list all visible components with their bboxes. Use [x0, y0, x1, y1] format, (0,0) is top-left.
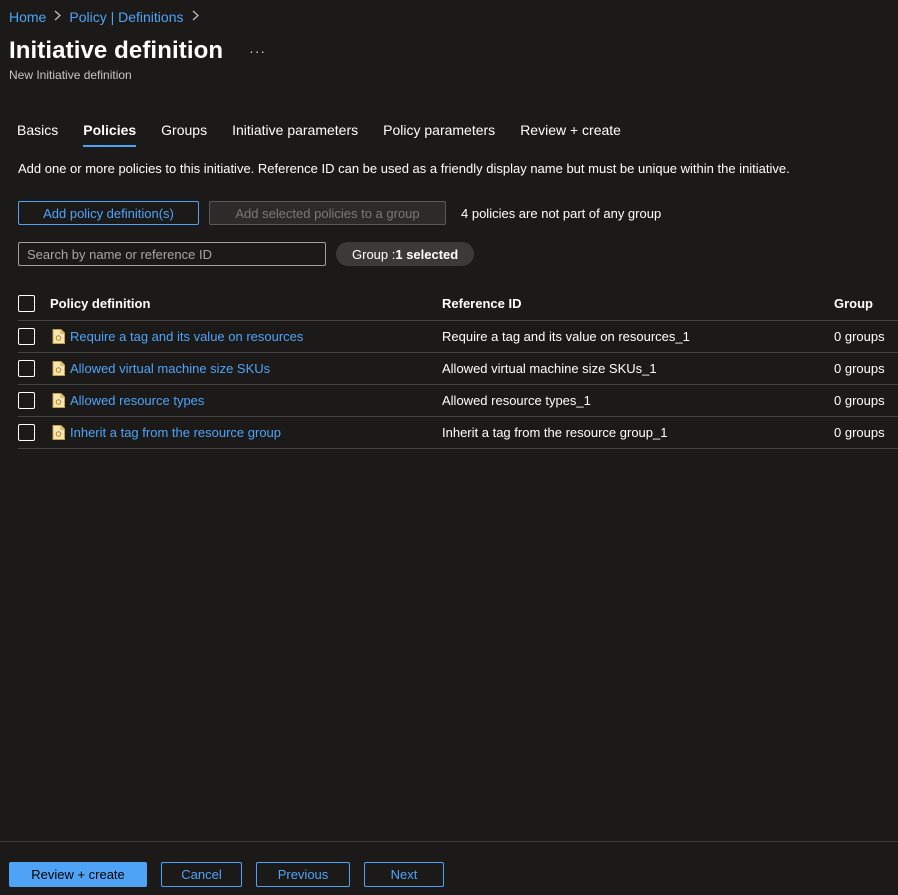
tab-bar: Basics Policies Groups Initiative parame… [17, 122, 646, 147]
group-cell: 0 groups [834, 329, 885, 344]
policy-definition-icon [52, 329, 65, 344]
add-policy-definitions-button[interactable]: Add policy definition(s) [18, 201, 199, 225]
policy-link[interactable]: Allowed resource types [70, 393, 204, 408]
table-header: Policy definition Reference ID Group [18, 287, 898, 321]
policy-link[interactable]: Inherit a tag from the resource group [70, 425, 281, 440]
policy-definition-icon [52, 361, 65, 376]
table-row: Allowed virtual machine size SKUs Allowe… [18, 353, 898, 385]
group-filter-value: 1 selected [395, 246, 459, 262]
policies-description: Add one or more policies to this initiat… [18, 161, 790, 176]
group-filter-label: Group : [352, 246, 396, 262]
title-row: Initiative definition ··· [9, 37, 266, 65]
reference-id-cell: Require a tag and its value on resources… [442, 329, 690, 344]
tab-review-create[interactable]: Review + create [520, 122, 621, 147]
group-filter-pill[interactable]: Group : 1 selected [336, 242, 475, 266]
group-cell: 0 groups [834, 425, 885, 440]
group-cell: 0 groups [834, 361, 885, 376]
cancel-button[interactable]: Cancel [161, 862, 242, 887]
review-create-button[interactable]: Review + create [9, 862, 147, 887]
tab-initiative-parameters[interactable]: Initiative parameters [232, 122, 358, 147]
row-checkbox[interactable] [18, 360, 35, 377]
search-input[interactable] [18, 242, 326, 266]
filter-bar: Group : 1 selected [18, 242, 475, 266]
reference-id-cell: Inherit a tag from the resource group_1 [442, 425, 668, 440]
tab-groups[interactable]: Groups [161, 122, 207, 147]
page-subtitle: New Initiative definition [9, 68, 132, 82]
ungrouped-policies-info: 4 policies are not part of any group [461, 205, 662, 221]
page-title: Initiative definition [9, 37, 224, 64]
tab-policies[interactable]: Policies [83, 122, 137, 147]
previous-button[interactable]: Previous [256, 862, 350, 887]
group-cell: 0 groups [834, 393, 885, 408]
row-checkbox[interactable] [18, 328, 35, 345]
table-row: Inherit a tag from the resource group In… [18, 417, 898, 449]
policy-link[interactable]: Allowed virtual machine size SKUs [70, 361, 270, 376]
add-selected-to-group-button: Add selected policies to a group [209, 201, 446, 225]
column-header-policy-definition[interactable]: Policy definition [50, 296, 442, 311]
column-header-group[interactable]: Group [834, 296, 898, 311]
tab-basics[interactable]: Basics [17, 122, 58, 147]
next-button[interactable]: Next [364, 862, 444, 887]
policy-definition-icon [52, 393, 65, 408]
breadcrumb-home-link[interactable]: Home [9, 9, 46, 25]
column-header-reference-id[interactable]: Reference ID [442, 296, 834, 311]
table-row: Allowed resource types Allowed resource … [18, 385, 898, 417]
table-row: Require a tag and its value on resources… [18, 321, 898, 353]
row-checkbox[interactable] [18, 392, 35, 409]
policy-link[interactable]: Require a tag and its value on resources [70, 329, 303, 344]
chevron-right-icon [192, 10, 199, 24]
action-bar: Add policy definition(s) Add selected po… [18, 201, 661, 225]
chevron-right-icon [54, 10, 62, 24]
select-all-checkbox[interactable] [18, 295, 35, 312]
more-options-button[interactable]: ··· [249, 43, 266, 59]
policy-definition-icon [52, 425, 65, 440]
tab-policy-parameters[interactable]: Policy parameters [383, 122, 495, 147]
policies-table: Policy definition Reference ID Group Req… [18, 287, 898, 449]
reference-id-cell: Allowed virtual machine size SKUs_1 [442, 361, 657, 376]
reference-id-cell: Allowed resource types_1 [442, 393, 591, 408]
breadcrumb: Home Policy | Definitions [9, 9, 207, 25]
row-checkbox[interactable] [18, 424, 35, 441]
footer-bar: Review + create Cancel Previous Next [0, 841, 898, 895]
breadcrumb-policy-definitions-link[interactable]: Policy | Definitions [69, 9, 183, 25]
